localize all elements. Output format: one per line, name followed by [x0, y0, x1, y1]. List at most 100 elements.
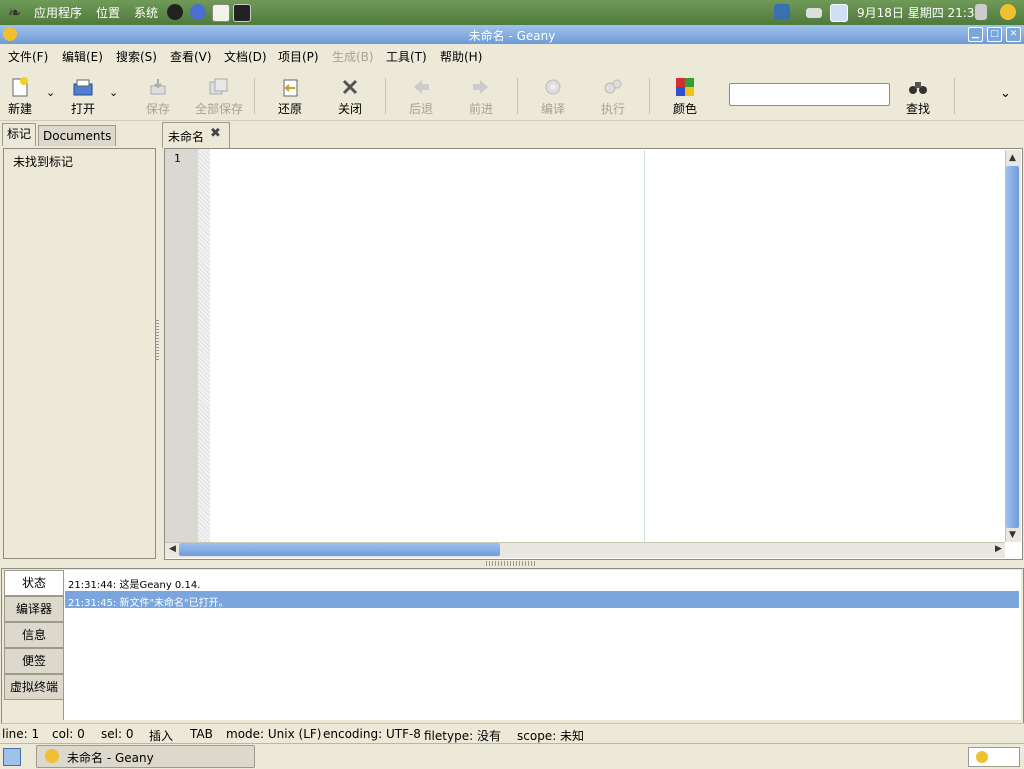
browser-icon[interactable]	[190, 4, 206, 20]
log-line[interactable]: 21:31:45: 新文件"未命名"已打开。	[68, 594, 229, 609]
status-encoding: encoding: UTF-8	[323, 727, 421, 741]
scroll-up-icon[interactable]: ▲	[1006, 152, 1019, 165]
menu-places[interactable]: 位置	[96, 4, 120, 21]
long-line-marker	[644, 150, 645, 542]
new-dropdown-arrow-icon[interactable]: ⌄	[46, 86, 55, 99]
menu-applications[interactable]: 应用程序	[34, 4, 82, 21]
status-line: line: 1	[2, 727, 40, 741]
menu-view[interactable]: 查看(V)	[170, 48, 212, 65]
search-input[interactable]	[729, 83, 890, 106]
close-window-button[interactable]: ✕	[1006, 27, 1021, 42]
menu-help[interactable]: 帮助(H)	[440, 48, 482, 65]
toolbar-separator	[954, 78, 955, 114]
menu-project[interactable]: 项目(P)	[278, 48, 319, 65]
revert-label: 还原	[277, 102, 302, 116]
save-icon	[150, 79, 166, 95]
editor-tab-label: 未命名	[168, 130, 205, 144]
toolbar-separator	[649, 78, 650, 114]
menu-file[interactable]: 文件(F)	[8, 48, 48, 65]
save-all-icon	[209, 78, 228, 95]
save-all-button[interactable]: 全部保存	[195, 74, 244, 118]
volume-icon[interactable]	[975, 4, 987, 20]
close-icon	[342, 79, 358, 95]
open-file-icon	[73, 79, 93, 96]
execute-button[interactable]: 执行	[590, 74, 636, 118]
line-number: 1	[174, 152, 181, 165]
scroll-down-icon[interactable]: ▼	[1006, 529, 1019, 542]
tab-terminal[interactable]: 虚拟终端	[4, 674, 64, 700]
clock[interactable]: 9月18日 星期四 21:32	[857, 4, 982, 21]
tab-status[interactable]: 状态	[4, 570, 64, 596]
show-desktop-icon[interactable]	[3, 748, 21, 766]
scroll-right-icon[interactable]: ▶	[992, 543, 1005, 556]
terminal-icon[interactable]	[233, 4, 251, 22]
fold-margin[interactable]	[198, 149, 210, 542]
close-label: 关闭	[337, 102, 362, 116]
minimize-button[interactable]: ▁	[968, 27, 983, 42]
menu-system[interactable]: 系统	[134, 4, 158, 21]
menu-tools[interactable]: 工具(T)	[386, 48, 427, 65]
binoculars-icon	[909, 82, 927, 94]
execute-label: 执行	[600, 102, 625, 116]
pane-splitter-handle[interactable]	[486, 561, 536, 566]
save-all-label: 全部保存	[195, 102, 244, 116]
text-editor-icon[interactable]	[212, 4, 230, 22]
tab-scribble[interactable]: 便签	[4, 648, 64, 674]
window-titlebar[interactable]: 未命名 - Geany ▁ □ ✕	[0, 25, 1024, 44]
tab-compiler[interactable]: 编译器	[4, 596, 64, 622]
geany-icon	[45, 749, 59, 763]
toolbar-overflow-chevron-icon[interactable]: ⌄	[1000, 86, 1011, 101]
menu-edit[interactable]: 编辑(E)	[62, 48, 103, 65]
editor-text-area[interactable]	[211, 150, 1004, 542]
open-button[interactable]: 打开	[60, 74, 106, 118]
tab-symbols[interactable]: 标记	[2, 123, 37, 146]
close-button[interactable]: 关闭	[327, 74, 373, 118]
no-symbols-text: 未找到标记	[13, 155, 74, 169]
qq-icon[interactable]	[167, 4, 183, 20]
geany-tray-icon[interactable]	[1000, 4, 1016, 20]
new-button[interactable]: 新建	[0, 74, 43, 118]
back-arrow-icon	[414, 80, 429, 94]
top-panel: ❧ 应用程序 位置 系统 9月18日 星期四 21:32	[0, 0, 1024, 25]
back-button[interactable]: 后退	[398, 74, 444, 118]
open-label: 打开	[70, 102, 95, 116]
compile-button[interactable]: 编译	[530, 74, 576, 118]
menu-document[interactable]: 文档(D)	[224, 48, 267, 65]
status-eol-mode: mode: Unix (LF)	[226, 727, 322, 741]
forward-button[interactable]: 前进	[458, 74, 504, 118]
monitor-icon[interactable]	[830, 4, 848, 22]
forward-label: 前进	[468, 102, 493, 116]
find-button[interactable]: 查找	[895, 74, 941, 118]
status-filetype: filetype: 没有	[424, 729, 501, 743]
maximize-button[interactable]: □	[987, 27, 1002, 42]
compile-gear-icon	[545, 79, 561, 95]
status-insert-mode: 插入	[149, 729, 174, 743]
window-title: 未命名 - Geany	[468, 29, 556, 43]
tab-close-icon[interactable]: ✖	[210, 126, 221, 141]
open-dropdown-arrow-icon[interactable]: ⌄	[109, 86, 118, 99]
vertical-scroll-thumb[interactable]	[1006, 166, 1019, 528]
revert-button[interactable]: 还原	[267, 74, 313, 118]
taskbar-item-label: 未命名 - Geany	[67, 751, 154, 765]
execute-gears-icon	[604, 79, 622, 94]
editor-tab[interactable]: 未命名 ✖	[162, 122, 230, 148]
status-col: col: 0	[52, 727, 85, 741]
scroll-left-icon[interactable]: ◀	[166, 543, 179, 556]
back-label: 后退	[408, 102, 433, 116]
network-icon[interactable]	[774, 4, 790, 20]
menubar: 文件(F) 编辑(E) 搜索(S) 查看(V) 文档(D) 项目(P) 生成(B…	[0, 44, 1024, 66]
taskbar-item-geany[interactable]: 未命名 - Geany	[36, 745, 255, 768]
find-label: 查找	[905, 102, 930, 116]
log-line[interactable]: 21:31:44: 这是Geany 0.14.	[68, 576, 200, 591]
sidebar-splitter-handle[interactable]	[156, 320, 159, 360]
tab-messages[interactable]: 信息	[4, 622, 64, 648]
keyboard-icon[interactable]	[806, 8, 822, 18]
toolbar-separator	[254, 78, 255, 114]
gnome-foot-icon[interactable]: ❧	[8, 3, 21, 22]
color-button[interactable]: 颜色	[662, 74, 708, 118]
save-button[interactable]: 保存	[135, 74, 181, 118]
menu-search[interactable]: 搜索(S)	[116, 48, 157, 65]
tab-documents[interactable]: Documents	[38, 125, 117, 146]
horizontal-scroll-thumb[interactable]	[179, 543, 500, 556]
menu-build[interactable]: 生成(B)	[332, 48, 374, 65]
